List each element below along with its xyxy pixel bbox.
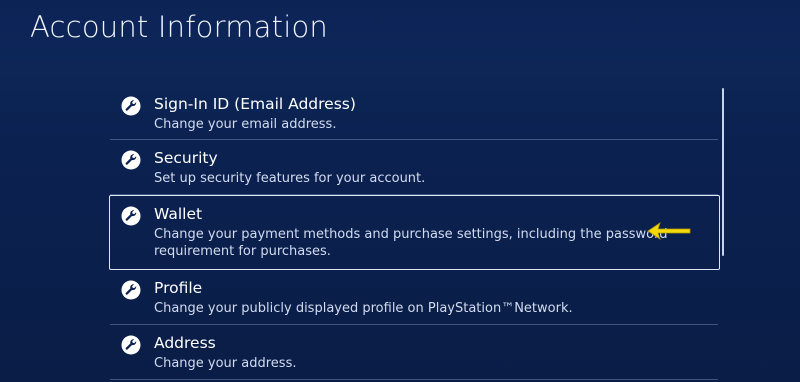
wrench-icon <box>121 96 141 116</box>
account-settings-list: Sign-In ID (Email Address) Change your e… <box>109 86 720 380</box>
list-item-sign-in-id[interactable]: Sign-In ID (Email Address) Change your e… <box>110 86 718 140</box>
item-title: Address <box>154 334 216 352</box>
item-title: Wallet <box>154 205 203 223</box>
item-description: Change your address. <box>154 356 297 371</box>
item-description: Change your publicly displayed profile o… <box>154 301 573 316</box>
pointer-arrow-icon <box>647 222 691 240</box>
list-item-address[interactable]: Address Change your address. <box>110 325 718 380</box>
item-description: Change your payment methods and purchase… <box>154 227 668 259</box>
list-item-profile[interactable]: Profile Change your publicly displayed p… <box>110 270 718 325</box>
item-title: Security <box>154 149 218 167</box>
wrench-icon <box>121 206 141 226</box>
item-title: Sign-In ID (Email Address) <box>154 95 356 113</box>
list-item-security[interactable]: Security Set up security features for yo… <box>110 140 718 195</box>
list-item-wallet[interactable]: Wallet Change your payment methods and p… <box>109 195 720 270</box>
wrench-icon <box>121 335 141 355</box>
item-description: Set up security features for your accoun… <box>154 171 426 186</box>
scrollbar[interactable] <box>722 88 724 256</box>
page-title: Account Information <box>30 10 328 44</box>
wrench-icon <box>121 150 141 170</box>
item-description: Change your email address. <box>154 117 337 132</box>
wrench-icon <box>121 280 141 300</box>
item-title: Profile <box>154 279 203 297</box>
